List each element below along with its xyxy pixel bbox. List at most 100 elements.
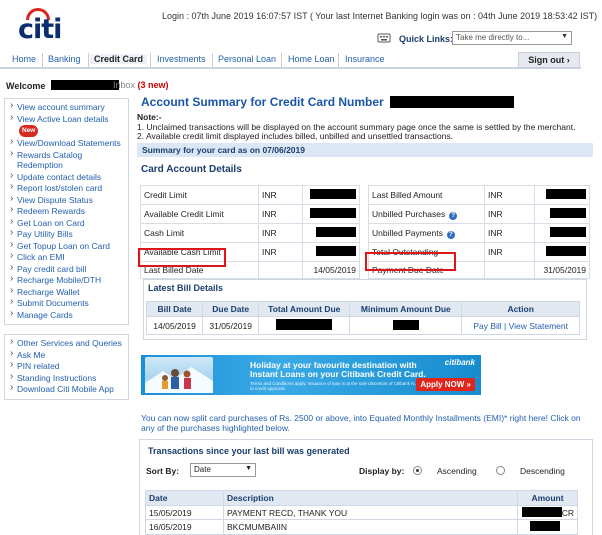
inbox-link[interactable]: Inbox (3 new): [113, 80, 169, 90]
col-amount: Amount: [517, 490, 578, 506]
sidebar-item-emi[interactable]: Click an EMI: [7, 251, 126, 262]
table-row[interactable]: 15/05/2019 PAYMENT RECD, THANK YOU CR: [145, 505, 578, 520]
view-statement-link[interactable]: View Statement: [509, 321, 568, 331]
sidebar-services: View account summary View Active Loan de…: [4, 98, 129, 326]
welcome-text: Welcome: [6, 81, 46, 91]
sidebar-item-mobile-app[interactable]: Download Citi Mobile App: [7, 383, 126, 394]
sidebar-item-loan-on-card[interactable]: Get Loan on Card: [7, 217, 126, 228]
redacted-value: [276, 319, 333, 330]
page-title-text: Account Summary for Credit Card Number: [141, 95, 384, 109]
quick-links-select[interactable]: Take me directly to... ▼: [452, 31, 572, 45]
sign-out-button[interactable]: Sign out ›: [518, 52, 580, 68]
sidebar-item-recharge-mobile[interactable]: Recharge Mobile/DTH: [7, 274, 126, 285]
col-total-amount-due: Total Amount Due: [258, 301, 351, 317]
sidebar-item-account-summary[interactable]: View account summary: [7, 101, 126, 112]
login-info: Login : 07th June 2019 16:07:57 IST ( Yo…: [162, 11, 598, 21]
sidebar-item-redeem-rewards[interactable]: Redeem Rewards: [7, 205, 126, 216]
sidebar-item-standing-instructions[interactable]: Standing Instructions: [7, 372, 126, 383]
col-bill-date: Bill Date: [145, 301, 204, 317]
nav-home[interactable]: Home: [12, 54, 36, 64]
table-row: Last Billed Amount INR: [368, 185, 590, 205]
card-account-title: Card Account Details: [141, 164, 242, 175]
currency: INR: [484, 204, 535, 224]
sidebar-item-pay-bill[interactable]: Pay credit card bill: [7, 263, 126, 274]
sidebar-item-rewards-catalog[interactable]: Rewards Catalog Redemption: [7, 149, 126, 171]
col-date: Date: [145, 490, 224, 506]
sidebar: View account summary View Active Loan de…: [4, 98, 129, 400]
sidebar-item-other-services[interactable]: Other Services and Queries: [7, 337, 126, 348]
sidebar-item-pin[interactable]: PIN related: [7, 360, 126, 371]
col-description: Description: [223, 490, 518, 506]
currency: INR: [484, 185, 535, 205]
citi-logo[interactable]: citi: [18, 14, 62, 45]
sidebar-item-submit-documents[interactable]: Submit Documents: [7, 297, 126, 308]
redacted-card-number: [390, 96, 515, 108]
table-row: Unbilled Purchases? INR: [368, 204, 590, 224]
help-icon[interactable]: ?: [449, 211, 458, 220]
redacted-value: [546, 189, 586, 199]
promo-banner[interactable]: Holiday at your favourite destination wi…: [141, 355, 481, 395]
sort-by-select[interactable]: Date ▼: [190, 463, 256, 477]
redacted-name: [50, 80, 119, 90]
due-date: 31/05/2019: [202, 316, 260, 335]
currency: INR: [258, 242, 303, 262]
table-row: Available Credit Limit INR: [140, 204, 360, 224]
welcome-label: Welcome: [6, 80, 119, 91]
ascending-radio[interactable]: [413, 466, 422, 475]
help-icon[interactable]: ?: [446, 230, 455, 239]
nav-home-loan[interactable]: Home Loan: [288, 54, 335, 64]
sidebar-item-dispute-status[interactable]: View Dispute Status: [7, 194, 126, 205]
redacted-value: [550, 227, 586, 237]
transactions-title: Transactions since your last bill was ge…: [148, 446, 350, 456]
emi-info: You can now split card purchases of Rs. …: [141, 413, 581, 433]
sidebar-item-utility-bills[interactable]: Pay Utility Bills: [7, 228, 126, 239]
label-unbilled-payments: Unbilled Payments?: [368, 223, 485, 243]
descending-label: Descending: [520, 466, 565, 476]
nav-banking[interactable]: Banking: [48, 54, 81, 64]
currency: INR: [484, 242, 535, 262]
sidebar-help: Other Services and Queries Ask Me PIN re…: [4, 334, 129, 400]
new-badge: New: [19, 124, 39, 138]
table-row: 14/05/2019 31/05/2019 Pay Bill | View St…: [145, 316, 580, 335]
ascending-label: Ascending: [437, 466, 477, 476]
col-minimum-amount-due: Minimum Amount Due: [349, 301, 463, 317]
inbox-label: Inbox: [113, 80, 136, 90]
apply-now-button[interactable]: Apply NOW »: [416, 378, 475, 391]
chevron-down-icon: ▼: [561, 33, 568, 40]
redacted-value: [316, 246, 356, 256]
chevron-down-icon: ▼: [245, 465, 252, 472]
sidebar-item-contact-details[interactable]: Update contact details: [7, 171, 126, 182]
nav-investments[interactable]: Investments: [157, 54, 206, 64]
highlight-payment-due-date: [365, 252, 456, 271]
banner-image: [145, 357, 213, 393]
sidebar-item-statements[interactable]: View/Download Statements: [7, 137, 126, 148]
nav-credit-card[interactable]: Credit Card: [90, 54, 148, 64]
sidebar-item-ask-me[interactable]: Ask Me: [7, 349, 126, 360]
family-photo-icon: [145, 367, 213, 393]
sidebar-item-recharge-wallet[interactable]: Recharge Wallet: [7, 286, 126, 297]
redacted-value: [316, 227, 356, 237]
nav-personal-loan[interactable]: Personal Loan: [218, 54, 276, 64]
sidebar-item-lost-card[interactable]: Report lost/stolen card: [7, 182, 126, 193]
sign-out-label: Sign out: [528, 55, 565, 65]
last-billed-date-value: 14/05/2019: [302, 261, 360, 279]
label-last-billed-amount: Last Billed Amount: [368, 185, 485, 205]
display-by-label: Display by:: [359, 466, 405, 476]
sidebar-item-topup-loan[interactable]: Get Topup Loan on Card: [7, 240, 126, 251]
redacted-value: [521, 507, 562, 517]
txn-description: PAYMENT RECD, THANK YOU: [223, 505, 518, 520]
txn-cr: CR: [561, 508, 574, 518]
highlight-last-billed-date: [138, 248, 226, 267]
label-text: Unbilled Payments: [372, 227, 443, 238]
table-row[interactable]: 16/05/2019 BKCMUMBAIIN: [145, 519, 578, 535]
nav-insurance[interactable]: Insurance: [345, 54, 385, 64]
pay-bill-link[interactable]: Pay Bill: [473, 321, 501, 331]
txn-amount: CR: [517, 505, 578, 520]
sidebar-item-manage-cards[interactable]: Manage Cards: [7, 309, 126, 320]
page-title: Account Summary for Credit Card Number: [141, 95, 515, 109]
keyboard-icon[interactable]: [377, 32, 391, 43]
label-credit-limit: Credit Limit: [140, 185, 259, 205]
descending-radio[interactable]: [496, 466, 505, 475]
inbox-new-count: (3 new): [137, 80, 169, 90]
sidebar-item-active-loan[interactable]: View Active Loan details New: [7, 113, 126, 138]
